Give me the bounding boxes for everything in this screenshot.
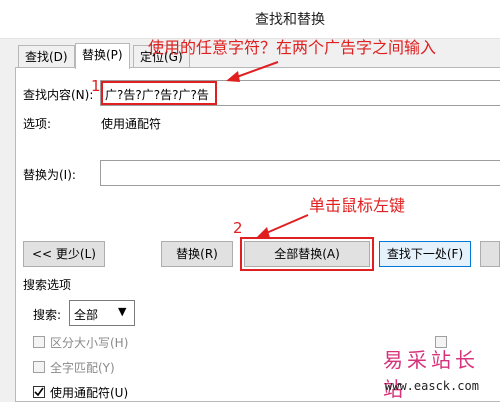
- options-label: 选项:: [23, 117, 52, 131]
- replace-all-button[interactable]: 全部替换(A): [244, 241, 370, 267]
- step-1-marker: 1: [91, 77, 101, 95]
- annotation-wildcard-note: 使用的任意字符？在两个广告字之间输入: [148, 38, 437, 57]
- window-title: 查找和替换: [255, 12, 325, 28]
- replace-input[interactable]: [100, 160, 500, 186]
- annotation-click-note: 单击鼠标左键: [309, 196, 406, 215]
- use-wildcards-label: 使用通配符(U): [50, 386, 129, 400]
- arrow-to-find-icon: [226, 61, 279, 82]
- replace-label: 替换为(I):: [23, 168, 76, 182]
- tab-find[interactable]: 查找(D): [18, 45, 75, 68]
- search-direction-select[interactable]: 全部 ▼: [69, 300, 135, 326]
- options-value: 使用通配符: [101, 117, 162, 131]
- use-wildcards-checkbox[interactable]: [33, 386, 45, 398]
- whole-word-label: 全字匹配(Y): [50, 361, 115, 375]
- match-case-checkbox[interactable]: [33, 336, 45, 348]
- step-2-marker: 2: [233, 219, 243, 237]
- chevron-down-icon: ▼: [118, 305, 127, 318]
- tab-replace[interactable]: 替换(P): [75, 43, 130, 69]
- checkmark-icon: [34, 387, 44, 397]
- search-direction-value: 全部: [74, 308, 99, 322]
- find-next-button[interactable]: 查找下一处(F): [379, 241, 471, 267]
- cancel-button-partial[interactable]: [480, 241, 500, 267]
- replace-button[interactable]: 替换(R): [161, 241, 233, 267]
- watermark-logo-text: 易采站长站: [383, 348, 479, 401]
- find-input[interactable]: 广?告?广?告?广?告: [105, 86, 209, 103]
- whole-word-checkbox[interactable]: [33, 361, 45, 373]
- match-case-label: 区分大小写(H): [50, 336, 129, 350]
- watermark-url: www.easck.com: [385, 379, 479, 393]
- search-label: 搜索:: [33, 308, 62, 322]
- search-options-header: 搜索选项: [23, 278, 72, 292]
- find-label: 查找内容(N):: [23, 88, 94, 102]
- less-button[interactable]: << 更少(L): [23, 241, 105, 267]
